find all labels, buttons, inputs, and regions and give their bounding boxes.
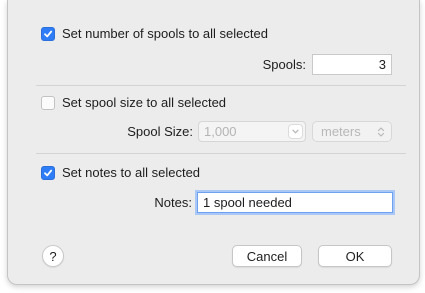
help-button[interactable]: ? <box>42 245 64 267</box>
spool-size-combobox[interactable]: 1,000 <box>198 121 306 142</box>
section-divider <box>36 85 406 86</box>
spools-checkbox-row[interactable]: Set number of spools to all selected <box>41 26 268 41</box>
cancel-button[interactable]: Cancel <box>232 245 302 267</box>
chevron-down-icon <box>292 129 299 134</box>
notes-checkbox[interactable] <box>41 165 55 180</box>
up-down-chevron-icon <box>377 127 385 137</box>
combobox-chevron-button[interactable] <box>288 124 303 139</box>
notes-input[interactable]: 1 spool needed <box>197 192 393 213</box>
spools-checkbox[interactable] <box>41 26 55 41</box>
notes-input-value: 1 spool needed <box>203 195 292 210</box>
dialog-sheet: Set number of spools to all selected Spo… <box>7 0 420 285</box>
ok-button-label: OK <box>345 248 365 264</box>
spools-checkbox-label: Set number of spools to all selected <box>62 26 268 41</box>
notes-field-label: Notes: <box>154 195 192 210</box>
size-field-label: Spool Size: <box>127 124 193 139</box>
notes-checkbox-label: Set notes to all selected <box>62 165 201 180</box>
spools-field-label: Spools: <box>262 57 306 72</box>
help-icon: ? <box>49 248 57 264</box>
notes-checkbox-row[interactable]: Set notes to all selected <box>41 165 200 180</box>
checkmark-icon <box>44 30 53 37</box>
spools-input[interactable]: 3 <box>312 54 392 75</box>
spool-size-combobox-value: 1,000 <box>204 124 237 139</box>
checkmark-icon <box>44 169 53 176</box>
size-checkbox-label: Set spool size to all selected <box>62 95 227 110</box>
unit-popup-button[interactable]: meters <box>312 121 392 142</box>
ok-button[interactable]: OK <box>318 245 392 267</box>
unit-popup-value: meters <box>321 124 361 139</box>
section-divider <box>36 153 406 154</box>
size-checkbox[interactable] <box>41 95 55 110</box>
cancel-button-label: Cancel <box>246 248 288 264</box>
spools-input-value: 3 <box>378 57 386 72</box>
size-checkbox-row[interactable]: Set spool size to all selected <box>41 95 226 110</box>
